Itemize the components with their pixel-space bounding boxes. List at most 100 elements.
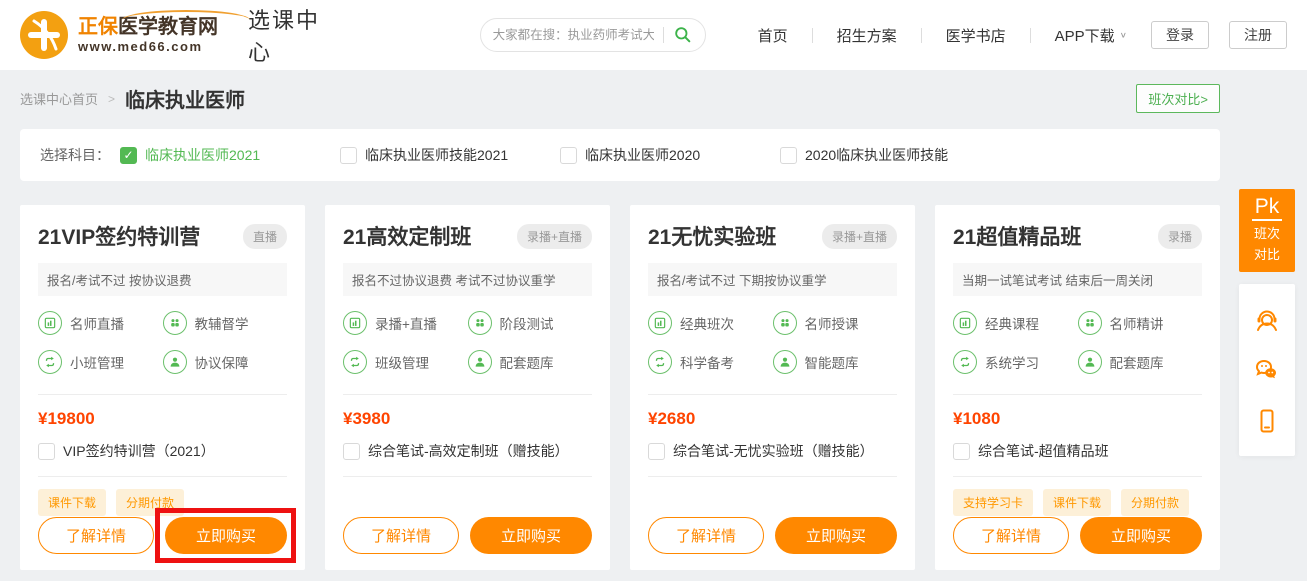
course-title: 21超值精品班 (953, 221, 1081, 251)
tag: 分期付款 (116, 489, 184, 516)
course-checkbox[interactable] (953, 443, 970, 460)
course-type-badge: 录播+直播 (822, 224, 897, 249)
buy-now-button[interactable]: 立即购买 (775, 517, 897, 554)
filter-option-label: 临床执业医师2021 (145, 145, 260, 165)
course-type-badge: 录播 (1158, 224, 1202, 249)
course-option-label: 综合笔试-超值精品班 (978, 441, 1109, 461)
detail-button[interactable]: 了解详情 (953, 517, 1069, 554)
auth-buttons: 登录 注册 (1151, 21, 1287, 49)
filter-option: 临床执业医师技能2021 (340, 145, 560, 165)
pk-label: Pk (1252, 196, 1283, 221)
feature-label: 系统学习 (985, 352, 1039, 372)
live-screen-icon (953, 311, 977, 335)
feature-label: 名师精讲 (1110, 313, 1164, 333)
course-price: ¥2680 (648, 409, 897, 429)
nav-item-app-label: APP下载 (1055, 25, 1115, 46)
customer-service-icon[interactable] (1252, 305, 1282, 335)
tag: 分期付款 (1121, 489, 1189, 516)
checkbox-unchecked[interactable] (340, 147, 357, 164)
site-logo[interactable]: 正保医学教育网 www.med66.com (20, 11, 218, 59)
people-icon (773, 311, 797, 335)
wechat-icon[interactable] (1252, 355, 1282, 385)
login-button[interactable]: 登录 (1151, 21, 1209, 49)
course-checkbox[interactable] (343, 443, 360, 460)
course-checkbox[interactable] (648, 443, 665, 460)
floating-sidebar: Pk 班次 对比 (1239, 189, 1295, 456)
feature-label: 小班管理 (70, 352, 124, 372)
person-icon (163, 350, 187, 374)
course-checkbox[interactable] (38, 443, 55, 460)
feature-label: 阶段测试 (500, 313, 554, 333)
brand-text: 正保医学教育网 www.med66.com (78, 16, 218, 54)
course-price: ¥19800 (38, 409, 287, 429)
people-icon (468, 311, 492, 335)
feature-label: 名师授课 (805, 313, 859, 333)
filter-option-label: 临床执业医师技能2021 (365, 145, 508, 165)
course-option-label: 综合笔试-无忧实验班（赠技能） (673, 441, 874, 461)
logo-mark-icon (20, 11, 68, 59)
feature-label: 配套题库 (500, 352, 554, 372)
feature-label: 协议保障 (195, 352, 249, 372)
detail-button[interactable]: 了解详情 (343, 517, 459, 554)
nav-item-bookstore[interactable]: 医学书店 (922, 25, 1030, 46)
filter-label: 选择科目： (40, 145, 110, 165)
nav-item-admissions[interactable]: 招生方案 (813, 25, 921, 46)
cycle-arrows-icon (953, 350, 977, 374)
feature-label: 配套题库 (1110, 352, 1164, 372)
course-title: 21无忧实验班 (648, 221, 776, 251)
chevron-down-icon: ∨ (1120, 31, 1127, 40)
mobile-icon[interactable] (1252, 406, 1282, 436)
buy-now-button[interactable]: 立即购买 (470, 517, 592, 554)
course-policy: 报名/考试不过 下期按协议重学 (648, 263, 897, 296)
person-icon (773, 350, 797, 374)
main-nav: 首页 招生方案 医学书店 APP下载 ∨ (734, 25, 1151, 46)
search-input[interactable] (493, 28, 654, 42)
filter-option: 临床执业医师2020 (560, 145, 780, 165)
detail-button[interactable]: 了解详情 (648, 517, 764, 554)
search-box (480, 18, 706, 52)
nav-item-app-download[interactable]: APP下载 ∨ (1031, 25, 1151, 46)
buy-now-button[interactable]: 立即购买 (1080, 517, 1202, 554)
checkbox-unchecked[interactable] (780, 147, 797, 164)
detail-button[interactable]: 了解详情 (38, 517, 154, 554)
tag: 支持学习卡 (953, 489, 1033, 516)
filter-option-label: 临床执业医师2020 (585, 145, 700, 165)
person-icon (1078, 350, 1102, 374)
course-title: 21VIP签约特训营 (38, 221, 200, 251)
register-button[interactable]: 注册 (1229, 21, 1287, 49)
pk-line2: 对比 (1239, 246, 1295, 263)
tag: 课件下载 (38, 489, 106, 516)
top-header: 正保医学教育网 www.med66.com 选课中心 首页 招生方案 医学书店 … (0, 0, 1307, 70)
feature-label: 班级管理 (375, 352, 429, 372)
pk-compare-widget[interactable]: Pk 班次 对比 (1239, 189, 1295, 272)
search-icon[interactable] (673, 25, 693, 45)
checkbox-checked[interactable] (120, 147, 137, 164)
course-policy: 报名不过协议退费 考试不过协议重学 (343, 263, 592, 296)
breadcrumb-separator: > (108, 92, 115, 106)
feature-label: 经典课程 (985, 313, 1039, 333)
people-icon (1078, 311, 1102, 335)
course-card-vip: 21VIP签约特训营 直播 报名/考试不过 按协议退费 名师直播 教辅督学 小班… (20, 205, 305, 570)
class-compare-button[interactable]: 班次对比> (1136, 84, 1220, 113)
feature-grid: 名师直播 教辅督学 小班管理 协议保障 (38, 311, 287, 374)
checkbox-unchecked[interactable] (560, 147, 577, 164)
course-card-gaoxiao: 21高效定制班 录播+直播 报名不过协议退费 考试不过协议重学 录播+直播 阶段… (325, 205, 610, 570)
course-option-label: 综合笔试-高效定制班（赠技能） (368, 441, 569, 461)
course-price: ¥1080 (953, 409, 1202, 429)
feature-label: 名师直播 (70, 313, 124, 333)
feature-grid: 录播+直播 阶段测试 班级管理 配套题库 (343, 311, 592, 374)
tag-row: 支持学习卡 课件下载 分期付款 (953, 489, 1202, 516)
pk-line1: 班次 (1239, 225, 1295, 242)
nav-item-home[interactable]: 首页 (734, 25, 812, 46)
brand-name-highlight: 正保 (78, 16, 118, 38)
breadcrumb-home-link[interactable]: 选课中心首页 (20, 89, 98, 108)
tag: 课件下载 (1043, 489, 1111, 516)
page-title: 选课中心 (248, 3, 342, 67)
course-card-list: 21VIP签约特训营 直播 报名/考试不过 按协议退费 名师直播 教辅督学 小班… (20, 205, 1220, 570)
course-type-badge: 直播 (243, 224, 287, 249)
buy-now-button[interactable]: 立即购买 (165, 517, 287, 554)
course-type-badge: 录播+直播 (517, 224, 592, 249)
feature-label: 智能题库 (805, 352, 859, 372)
sidebar-icon-box (1239, 284, 1295, 456)
filter-option: 2020临床执业医师技能 (780, 145, 1000, 165)
